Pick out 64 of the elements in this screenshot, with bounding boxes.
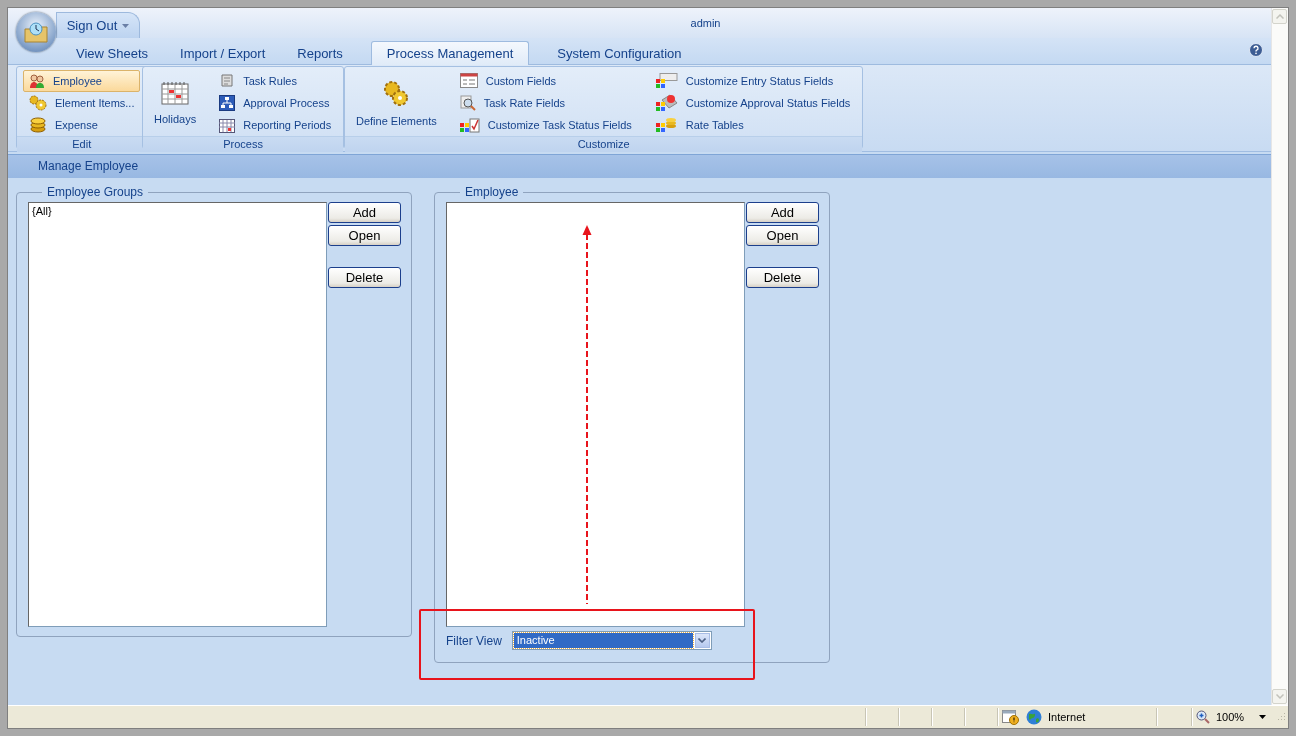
zoom-control[interactable]: 100% [1191, 708, 1270, 726]
ribbon-button[interactable]: Custom Fields [453, 70, 638, 92]
filter-dropdown[interactable]: Inactive [511, 631, 712, 650]
panel-button[interactable]: Add [328, 202, 401, 223]
gears-icon [29, 95, 47, 111]
zoom-icon [1196, 710, 1210, 724]
chevron-down-icon [698, 638, 707, 643]
ribbon-button[interactable]: Customize Task Status Fields [453, 114, 638, 136]
panel-title: Employee Groups [46, 185, 145, 199]
ribbon-button[interactable]: Task Rules [213, 70, 338, 92]
ribbon-tab[interactable]: Import / Export [164, 41, 282, 64]
ribbon-button[interactable]: Customize Entry Status Fields [649, 70, 857, 92]
panel-button[interactable]: Open [328, 225, 401, 246]
gears-icon [382, 79, 411, 107]
magnifier-icon [459, 95, 476, 111]
ribbon-button[interactable]: Employee [23, 70, 141, 92]
list-box[interactable] [446, 202, 745, 627]
calendar-icon [219, 117, 236, 133]
page-warning-icon[interactable] [1002, 709, 1020, 725]
ribbon-tab[interactable]: System Configuration [541, 41, 698, 64]
ribbon-button[interactable]: Reporting Periods [213, 114, 338, 136]
group-label: Process [143, 136, 344, 152]
group-label: Customize [345, 136, 863, 152]
org-chart-icon [219, 95, 236, 111]
folder-clock-icon [24, 21, 48, 43]
security-zone-label: Internet [1048, 711, 1086, 723]
vertical-scrollbar[interactable] [1272, 8, 1288, 705]
color-grid-icon [655, 73, 678, 89]
form-icon [459, 73, 478, 89]
ribbon-button[interactable]: Approval Process [213, 92, 338, 114]
list-item[interactable]: {All} [32, 205, 323, 217]
panel-button[interactable]: Delete [746, 267, 819, 288]
filter-label: Filter View [446, 633, 502, 648]
help-icon[interactable] [1249, 43, 1263, 57]
ribbon-button[interactable]: Expense [23, 114, 141, 136]
sign-out-menu[interactable]: Sign Out [56, 12, 140, 38]
ribbon-large-button[interactable]: Define Elements [351, 70, 442, 136]
ribbon-large-button[interactable]: Holidays [149, 70, 202, 136]
people-icon [29, 73, 45, 89]
panel-button[interactable]: Open [746, 225, 819, 246]
ribbon-tab[interactable]: View Sheets [60, 41, 165, 64]
list-box[interactable]: {All} [28, 202, 327, 627]
user-name: admin [689, 17, 722, 29]
ribbon-button[interactable]: Customize Approval Status Fields [649, 92, 857, 114]
scroll-down-icon[interactable] [1275, 694, 1284, 699]
caret-icon [122, 23, 130, 28]
ribbon-button[interactable]: Rate Tables [649, 114, 857, 136]
panel-button[interactable]: Add [746, 202, 819, 223]
panel-title: Employee [464, 185, 520, 199]
scroll-up-icon[interactable] [1275, 14, 1284, 19]
color-grid-icon [655, 94, 678, 112]
section-title: Manage Employee [38, 158, 139, 175]
scroll-icon [219, 73, 236, 89]
ribbon-button[interactable]: Element Items... [23, 92, 141, 114]
caret-icon [1259, 715, 1266, 719]
ribbon-button[interactable]: Task Rate Fields [453, 92, 638, 114]
color-grid-icon [655, 117, 678, 133]
ribbon-tab[interactable]: Reports [281, 41, 359, 64]
color-grid-icon [459, 117, 480, 133]
panel-button[interactable]: Delete [328, 267, 401, 288]
ribbon-tab[interactable]: Process Management [370, 41, 530, 65]
coins-icon [29, 117, 47, 133]
globe-icon [1026, 709, 1042, 725]
calendar-icon [161, 81, 190, 105]
